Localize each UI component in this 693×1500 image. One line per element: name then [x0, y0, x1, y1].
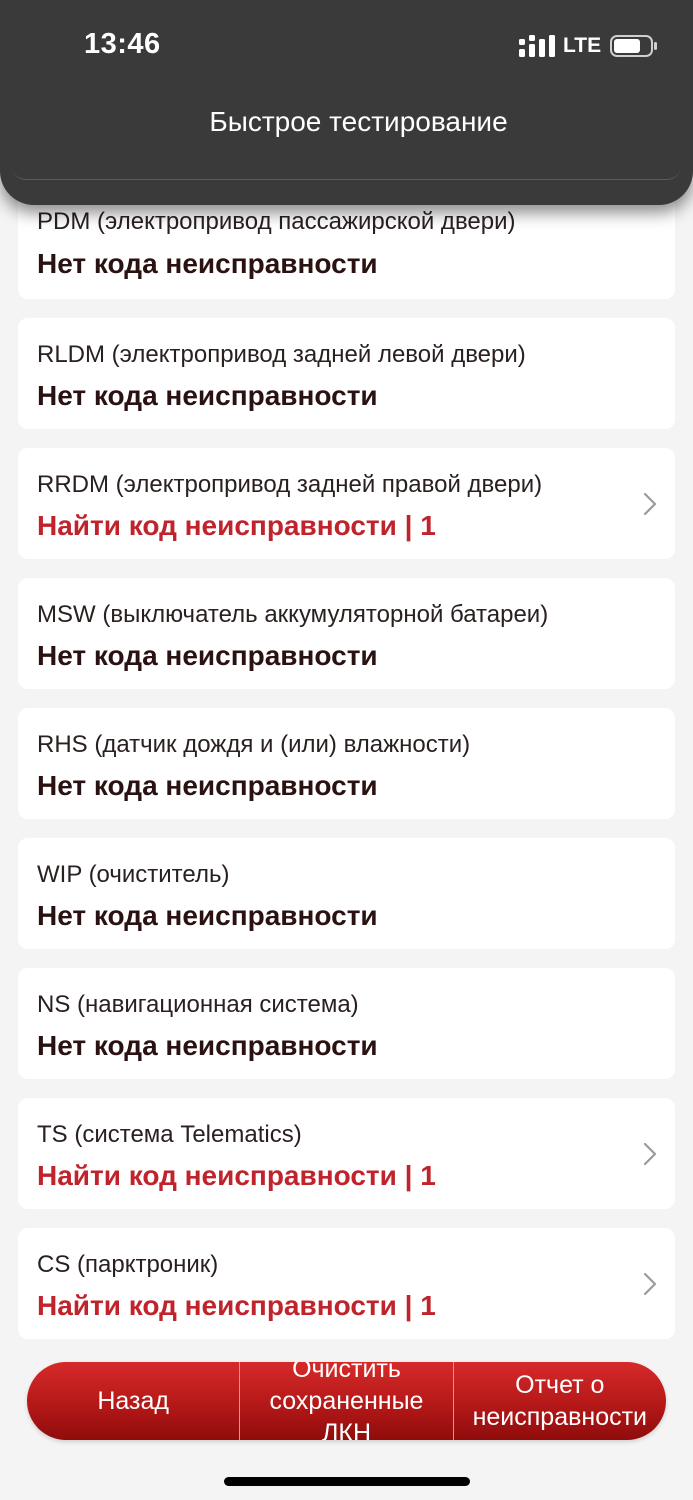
module-name: NS (навигационная система) — [37, 991, 359, 1018]
module-status: Нет кода неисправности — [37, 770, 378, 801]
module-name: RRDM (электропривод задней правой двери) — [37, 471, 543, 498]
module-status: Найти код неисправности | 1 — [37, 1290, 436, 1321]
chevron-right-icon — [643, 1142, 657, 1166]
battery-icon — [610, 35, 657, 57]
page-title: Быстрое тестирование — [209, 106, 508, 137]
module-status: Нет кода неисправности — [37, 900, 378, 931]
list-item[interactable]: WIP (очиститель) Нет кода неисправности — [18, 838, 675, 949]
module-name: RLDM (электропривод задней левой двери) — [37, 341, 526, 368]
module-status: Нет кода неисправности — [37, 640, 378, 671]
list-item[interactable]: RLDM (электропривод задней левой двери) … — [18, 318, 675, 429]
module-status: Нет кода неисправности — [37, 248, 378, 279]
chevron-right-icon — [643, 1272, 657, 1296]
module-name: TS (система Telematics) — [37, 1121, 302, 1148]
network-type-label: LTE — [563, 34, 602, 57]
home-indicator[interactable] — [224, 1477, 470, 1486]
status-time: 13:46 — [84, 28, 161, 60]
list-item[interactable]: NS (навигационная система) Нет кода неис… — [18, 968, 675, 1079]
cellular-signal-icon — [519, 35, 555, 57]
module-status: Найти код неисправности | 1 — [37, 510, 436, 541]
chevron-right-icon — [643, 492, 657, 516]
module-status: Нет кода неисправности — [37, 380, 378, 411]
list-item[interactable]: MSW (выключатель аккумуляторной батареи)… — [18, 578, 675, 689]
top-header: 13:46 LTE Быстрое тестирование — [0, 0, 693, 205]
list-item[interactable]: RRDM (электропривод задней правой двери)… — [18, 448, 675, 559]
module-status: Найти код неисправности | 1 — [37, 1160, 436, 1191]
module-name: PDM (электропривод пассажирской двери) — [37, 208, 516, 235]
back-button[interactable]: Назад — [27, 1362, 239, 1440]
back-button-label: Назад — [97, 1387, 169, 1415]
module-name: MSW (выключатель аккумуляторной батареи) — [37, 601, 549, 628]
bottom-action-bar: Назад Очистить сохраненные ЛКН Отчет о н… — [27, 1362, 666, 1440]
list-item[interactable]: RHS (датчик дождя и (или) влажности) Нет… — [18, 708, 675, 819]
fault-report-label: Отчет о неисправности — [472, 1371, 648, 1431]
module-name: RHS (датчик дождя и (или) влажности) — [37, 731, 471, 758]
header-panel: 13:46 LTE Быстрое тестирование — [12, 0, 681, 180]
clear-saved-dtc-label: Очистить сохраненные ЛКН — [269, 1362, 424, 1440]
fault-report-button[interactable]: Отчет о неисправности — [452, 1362, 666, 1440]
module-status: Нет кода неисправности — [37, 1030, 378, 1061]
module-name: CS (парктроник) — [37, 1251, 219, 1278]
list-item[interactable]: CS (парктроник) Найти код неисправности … — [18, 1228, 675, 1339]
clear-saved-dtc-button[interactable]: Очистить сохраненные ЛКН — [239, 1362, 452, 1440]
module-name: WIP (очиститель) — [37, 861, 230, 888]
list-item[interactable]: TS (система Telematics) Найти код неиспр… — [18, 1098, 675, 1209]
